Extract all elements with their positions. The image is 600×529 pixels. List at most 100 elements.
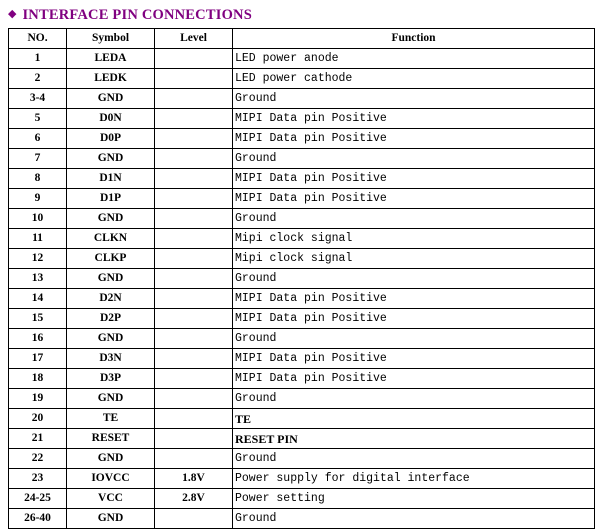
cell-level <box>154 288 233 309</box>
table-row: 23 IOVCC 1.8V Power supply for digital inte… <box>8 468 595 489</box>
table-row: 24-25 VCC 2.8V Power setting <box>8 488 595 509</box>
cell-function: MIPI Data pin Positive <box>232 288 595 309</box>
table-row: 15 D2P MIPI Data pin Positive <box>8 308 595 329</box>
cell-no: 1 <box>8 48 67 69</box>
cell-no: 21 <box>8 428 67 449</box>
cell-level <box>154 348 233 369</box>
table-row: 11 CLKN Mipi clock signal <box>8 228 595 249</box>
column-header-level: Level <box>154 28 233 49</box>
cell-symbol: D1P <box>66 188 155 209</box>
table-row: 10 GND Ground <box>8 208 595 229</box>
cell-function: Ground <box>232 448 595 469</box>
cell-symbol: GND <box>66 268 155 289</box>
cell-level <box>154 428 233 449</box>
table-row: 13 GND Ground <box>8 268 595 289</box>
cell-no: 16 <box>8 328 67 349</box>
cell-level <box>154 308 233 329</box>
cell-function: TE <box>232 408 595 429</box>
table-row: 5 D0N MIPI Data pin Positive <box>8 108 595 129</box>
cell-level <box>154 168 233 189</box>
cell-no: 26-40 <box>8 508 67 529</box>
cell-function: MIPI Data pin Positive <box>232 108 595 129</box>
cell-no: 2 <box>8 68 67 89</box>
cell-symbol: RESET <box>66 428 155 449</box>
table-row: 19 GND Ground <box>8 388 595 409</box>
table-row: 8 D1N MIPI Data pin Positive <box>8 168 595 189</box>
column-header-symbol: Symbol <box>66 28 155 49</box>
cell-no: 24-25 <box>8 488 67 509</box>
cell-level <box>154 88 233 109</box>
table-row: 21 RESET RESET PIN <box>8 428 595 449</box>
cell-symbol: VCC <box>66 488 155 509</box>
cell-function: Ground <box>232 268 595 289</box>
cell-no: 7 <box>8 148 67 169</box>
cell-symbol: CLKN <box>66 228 155 249</box>
cell-symbol: D2P <box>66 308 155 329</box>
cell-level <box>154 328 233 349</box>
column-header-no: NO. <box>8 28 67 49</box>
cell-no: 22 <box>8 448 67 469</box>
cell-symbol: D3N <box>66 348 155 369</box>
cell-function: Ground <box>232 328 595 349</box>
cell-level <box>154 208 233 229</box>
cell-symbol: GND <box>66 388 155 409</box>
cell-symbol: GND <box>66 88 155 109</box>
cell-level: 1.8V <box>154 468 233 489</box>
cell-no: 12 <box>8 248 67 269</box>
cell-level <box>154 148 233 169</box>
table-header-row: NO. Symbol Level Function <box>8 28 595 49</box>
cell-no: 3-4 <box>8 88 67 109</box>
table-row: 22 GND Ground <box>8 448 595 469</box>
table-row: 2 LEDK LED power cathode <box>8 68 595 89</box>
cell-function: MIPI Data pin Positive <box>232 188 595 209</box>
table-row: 14 D2N MIPI Data pin Positive <box>8 288 595 309</box>
cell-symbol: D1N <box>66 168 155 189</box>
cell-no: 11 <box>8 228 67 249</box>
cell-symbol: D0P <box>66 128 155 149</box>
cell-no: 5 <box>8 108 67 129</box>
cell-symbol: LEDA <box>66 48 155 69</box>
table-row: 7 GND Ground <box>8 148 595 169</box>
cell-function: Ground <box>232 388 595 409</box>
cell-symbol: TE <box>66 408 155 429</box>
cell-symbol: CLKP <box>66 248 155 269</box>
table-row: 17 D3N MIPI Data pin Positive <box>8 348 595 369</box>
cell-symbol: D2N <box>66 288 155 309</box>
cell-function: MIPI Data pin Positive <box>232 368 595 389</box>
cell-symbol: GND <box>66 148 155 169</box>
cell-level <box>154 448 233 469</box>
cell-no: 9 <box>8 188 67 209</box>
cell-no: 10 <box>8 208 67 229</box>
cell-symbol: D0N <box>66 108 155 129</box>
cell-function: RESET PIN <box>232 428 595 449</box>
cell-symbol: GND <box>66 328 155 349</box>
cell-function: MIPI Data pin Positive <box>232 308 595 329</box>
table-row: 18 D3P MIPI Data pin Positive <box>8 368 595 389</box>
cell-function: LED power anode <box>232 48 595 69</box>
document-page: ◆ INTERFACE PIN CONNECTIONS NO. Symbol L… <box>0 0 600 529</box>
cell-symbol: GND <box>66 508 155 529</box>
cell-function: Mipi clock signal <box>232 228 595 249</box>
table-row: 16 GND Ground <box>8 328 595 349</box>
cell-function: Mipi clock signal <box>232 248 595 269</box>
cell-function: MIPI Data pin Positive <box>232 348 595 369</box>
cell-no: 13 <box>8 268 67 289</box>
cell-level <box>154 108 233 129</box>
table-row: 20 TE TE <box>8 408 595 429</box>
cell-level <box>154 248 233 269</box>
cell-no: 6 <box>8 128 67 149</box>
table-row: 6 D0P MIPI Data pin Positive <box>8 128 595 149</box>
cell-no: 17 <box>8 348 67 369</box>
cell-function: MIPI Data pin Positive <box>232 128 595 149</box>
cell-function: LED power cathode <box>232 68 595 89</box>
cell-function: Ground <box>232 208 595 229</box>
diamond-bullet-icon: ◆ <box>8 7 17 20</box>
cell-no: 18 <box>8 368 67 389</box>
cell-no: 15 <box>8 308 67 329</box>
table-row: 26-40 GND Ground <box>8 508 595 529</box>
cell-level <box>154 368 233 389</box>
cell-level <box>154 388 233 409</box>
table-row: 12 CLKP Mipi clock signal <box>8 248 595 269</box>
table-row: 3-4 GND Ground <box>8 88 595 109</box>
cell-no: 8 <box>8 168 67 189</box>
